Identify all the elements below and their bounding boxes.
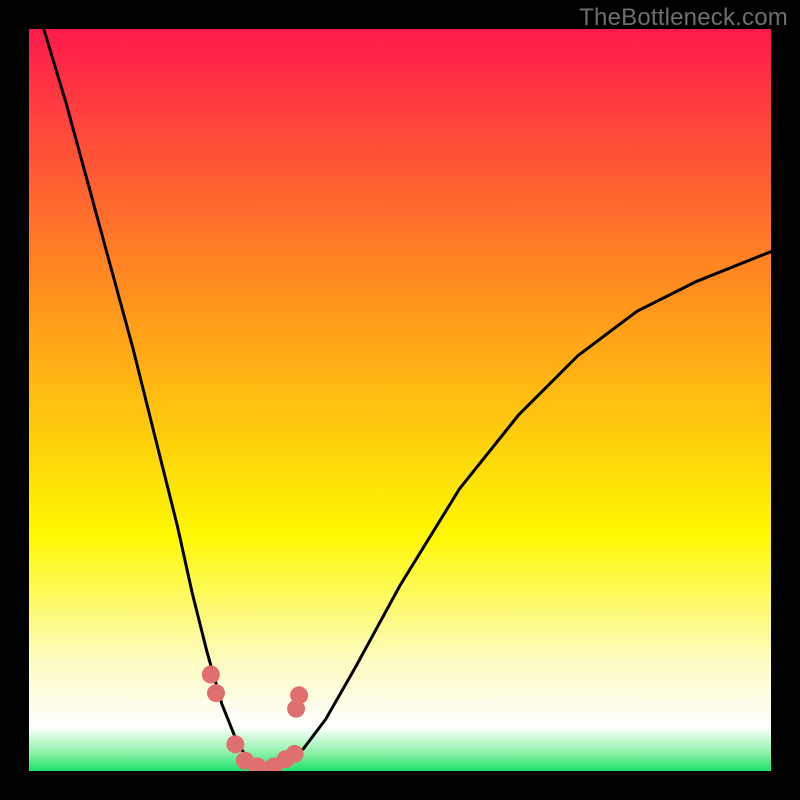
gradient-background <box>29 29 771 771</box>
marker-point <box>290 686 308 704</box>
marker-point <box>286 745 304 763</box>
attribution-text: TheBottleneck.com <box>579 4 788 32</box>
marker-point <box>226 735 244 753</box>
marker-point <box>202 666 220 684</box>
plot-area <box>29 29 771 771</box>
marker-point <box>207 684 225 702</box>
chart-frame: TheBottleneck.com <box>0 0 800 800</box>
bottleneck-chart <box>29 29 771 771</box>
